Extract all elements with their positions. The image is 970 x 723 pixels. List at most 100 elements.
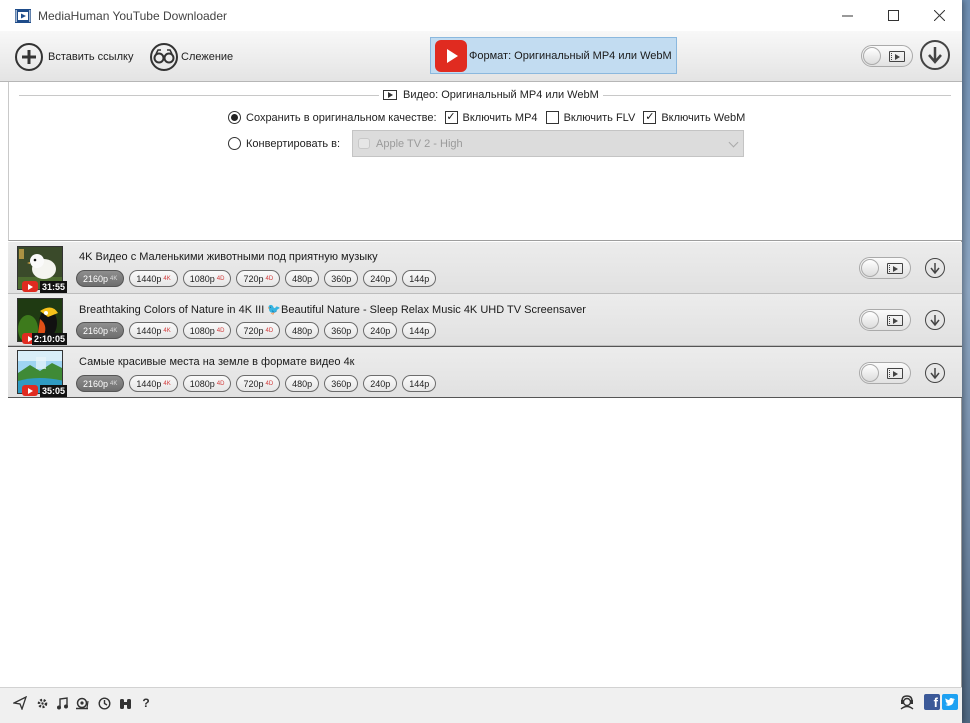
include-flv-label: Включить FLV: [563, 111, 636, 124]
video-item[interactable]: 2:10:05 Breathtaking Colors of Nature in…: [8, 294, 962, 346]
download-button[interactable]: [925, 363, 945, 383]
window-title: MediaHuman YouTube Downloader: [38, 8, 228, 23]
film-icon: [889, 51, 905, 62]
quality-480-button[interactable]: 480р: [285, 270, 320, 287]
settings-gear-icon[interactable]: [35, 696, 49, 710]
youtube-icon: [435, 39, 467, 72]
close-icon: [933, 10, 945, 21]
quality-720-button[interactable]: 720р 4D: [236, 322, 281, 339]
app-logo-icon: [15, 8, 31, 24]
quality-1080-button[interactable]: 1080р 4D: [182, 270, 232, 287]
quality-720-button[interactable]: 720р 4D: [236, 270, 281, 287]
bottom-bar: ? f: [0, 687, 962, 723]
section-title: Видео: Оригинальный MP4 или WebM: [379, 89, 603, 101]
quality-1440-button[interactable]: 1440р 4K: [129, 322, 178, 339]
video-item[interactable]: 35:05 Самые красивые места на земле в фо…: [8, 346, 962, 398]
quality-240-button[interactable]: 240р: [363, 270, 398, 287]
minimize-button[interactable]: [824, 0, 870, 31]
film-icon: [383, 90, 397, 100]
video-title: Breathtaking Colors of Nature in 4K III …: [79, 304, 586, 316]
video-mode-toggle[interactable]: [859, 257, 911, 279]
video-duration: 35:05: [40, 385, 68, 397]
youtube-icon: [22, 281, 38, 292]
chevron-down-icon: [728, 137, 739, 148]
toggle-knob: [863, 47, 881, 65]
video-mode-toggle[interactable]: [859, 362, 911, 384]
twitter-bird-icon: [945, 698, 955, 706]
download-all-button[interactable]: [920, 40, 950, 70]
film-icon: [887, 315, 903, 326]
tracking-button[interactable]: Слежение: [149, 40, 233, 73]
convert-preset-value: Apple TV 2 - High: [376, 137, 463, 150]
download-arrow-icon: [928, 47, 942, 64]
quality-1440-button[interactable]: 1440р 4K: [129, 270, 178, 287]
quality-2160-button[interactable]: 2160р 4K: [76, 270, 125, 287]
quality-480-button[interactable]: 480р: [285, 322, 320, 339]
help-button[interactable]: ?: [139, 696, 153, 710]
include-mp4-checkbox[interactable]: ✓: [444, 111, 458, 124]
quality-720-button[interactable]: 720р 4D: [236, 375, 281, 392]
support-agent-icon[interactable]: [899, 694, 915, 710]
paste-link-button[interactable]: Вставить ссылку: [14, 40, 133, 73]
quality-144-button[interactable]: 144р: [402, 375, 437, 392]
facebook-button[interactable]: f: [924, 694, 940, 710]
music-note-icon[interactable]: [55, 696, 69, 710]
paste-link-label: Вставить ссылку: [48, 50, 134, 63]
close-button[interactable]: [916, 0, 962, 31]
quality-360-button[interactable]: 360р: [324, 270, 359, 287]
keep-original-label: Сохранить в оригинальном качестве:: [246, 111, 437, 124]
snail-icon[interactable]: [75, 696, 89, 710]
video-duration: 2:10:05: [32, 333, 68, 345]
convert-radio[interactable]: [228, 137, 241, 150]
convert-preset-select[interactable]: Apple TV 2 - High: [352, 130, 744, 157]
maximize-button[interactable]: [870, 0, 916, 31]
title-bar[interactable]: MediaHuman YouTube Downloader: [0, 0, 962, 31]
quality-480-button[interactable]: 480р: [285, 375, 320, 392]
include-webm-label: Включить WebM: [661, 111, 746, 124]
quality-1080-button[interactable]: 1080р 4D: [182, 322, 232, 339]
maximize-icon: [887, 10, 899, 21]
download-arrow-icon: [930, 367, 940, 379]
video-mode-toggle[interactable]: [861, 45, 913, 67]
convert-label: Конвертировать в:: [246, 137, 341, 150]
quality-selector: 2160р 4K 1440р 4K 1080р 4D 720р 4D 480р 360р…: [76, 375, 441, 392]
toggle-knob: [861, 364, 879, 382]
video-item[interactable]: 31:55 4K Видео с Маленькими животными по…: [8, 242, 962, 294]
download-arrow-icon: [930, 262, 940, 274]
app-window: MediaHuman YouTube Downloader Вставить с…: [0, 0, 962, 723]
keep-original-radio[interactable]: [228, 111, 241, 124]
format-button[interactable]: Формат: Оригинальный MP4 или WebM: [430, 37, 677, 74]
binoculars-icon[interactable]: [118, 696, 132, 710]
quality-144-button[interactable]: 144р: [402, 322, 437, 339]
include-mp4-label: Включить MP4: [462, 111, 538, 124]
quality-2160-button[interactable]: 2160р 4K: [76, 375, 125, 392]
device-icon: [358, 138, 370, 149]
divider: [603, 95, 951, 96]
plus-circle-icon: [15, 42, 43, 71]
clock-icon[interactable]: [97, 696, 111, 710]
video-title: Самые красивые места на земле в формате …: [79, 356, 355, 368]
quality-2160-button[interactable]: 2160р 4K: [76, 322, 125, 339]
tracking-label: Слежение: [181, 50, 234, 63]
quality-1440-button[interactable]: 1440р 4K: [129, 375, 178, 392]
quality-360-button[interactable]: 360р: [324, 375, 359, 392]
download-arrow-icon: [930, 314, 940, 326]
quality-144-button[interactable]: 144р: [402, 270, 437, 287]
video-mode-toggle[interactable]: [859, 309, 911, 331]
toolbar: Вставить ссылку Слежение Формат: Оригина…: [0, 31, 962, 82]
quality-1080-button[interactable]: 1080р 4D: [182, 375, 232, 392]
quality-240-button[interactable]: 240р: [363, 322, 398, 339]
include-flv-checkbox[interactable]: [545, 111, 559, 124]
binoculars-icon: [150, 42, 178, 71]
video-duration: 31:55: [40, 281, 68, 293]
quality-360-button[interactable]: 360р: [324, 322, 359, 339]
send-icon[interactable]: [13, 696, 27, 710]
toggle-knob: [861, 259, 879, 277]
download-button[interactable]: [925, 258, 945, 278]
download-button[interactable]: [925, 310, 945, 330]
include-webm-checkbox[interactable]: ✓: [643, 111, 657, 124]
quality-selector: 2160р 4K 1440р 4K 1080р 4D 720р 4D 480р 360р…: [76, 270, 441, 287]
video-title: 4K Видео с Маленькими животными под прия…: [79, 251, 378, 263]
twitter-button[interactable]: [942, 694, 958, 710]
quality-240-button[interactable]: 240р: [363, 375, 398, 392]
